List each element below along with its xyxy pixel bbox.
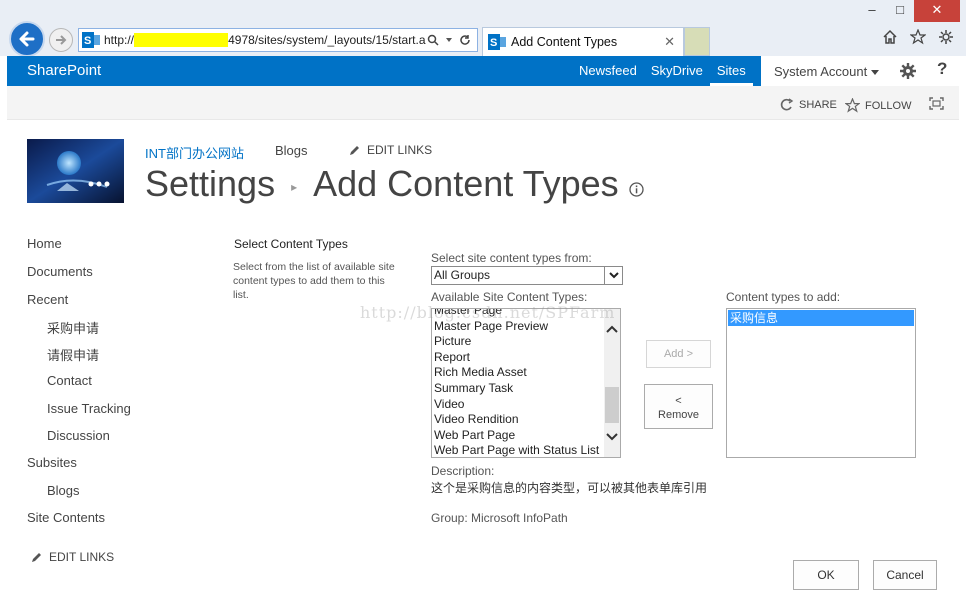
sharepoint-favicon-icon: S [82, 32, 100, 48]
top-nav-blogs[interactable]: Blogs [275, 143, 308, 158]
list-item[interactable]: Report [434, 350, 606, 366]
site-logo[interactable] [27, 139, 124, 203]
page-title-text: Add Content Types [313, 163, 619, 204]
section-description: Select from the list of available site c… [233, 261, 395, 301]
forward-button[interactable] [49, 28, 73, 52]
window-controls: – □ ✕ [858, 0, 960, 22]
account-menu[interactable]: System Account [774, 64, 879, 79]
sharepoint-favicon-icon: S [488, 34, 506, 50]
suite-link-newsfeed[interactable]: Newsfeed [572, 56, 644, 86]
svg-text:S: S [84, 35, 91, 47]
list-item-selected[interactable]: 采购信息 [728, 310, 914, 326]
watermark: http://blog.csdn.net/SPFarm [360, 303, 616, 322]
group-value: Group: Microsoft InfoPath [431, 511, 568, 525]
sharepoint-brand[interactable]: SharePoint [27, 62, 101, 79]
cancel-button[interactable]: Cancel [873, 560, 937, 590]
nav-blogs[interactable]: Blogs [47, 483, 80, 498]
nav-leave-request[interactable]: 请假申请 [47, 345, 99, 364]
nav-discussion[interactable]: Discussion [47, 428, 110, 443]
list-item[interactable]: Rich Media Asset [434, 365, 606, 381]
list-item[interactable]: Picture [434, 334, 606, 350]
suite-link-skydrive[interactable]: SkyDrive [644, 56, 710, 86]
list-item[interactable]: Web Part Page [434, 428, 606, 444]
forward-arrow-icon [56, 35, 67, 45]
refresh-icon[interactable] [459, 34, 471, 46]
nav-subsites[interactable]: Subsites [27, 455, 77, 470]
nav-home[interactable]: Home [27, 236, 62, 251]
scroll-down-icon[interactable] [606, 431, 618, 443]
address-bar[interactable]: S http://sp.contoso.com:44978/sites/syst… [78, 28, 478, 52]
remove-button[interactable]: < Remove [644, 384, 713, 429]
minimize-button[interactable]: – [858, 0, 886, 22]
share-icon [780, 98, 794, 111]
list-item[interactable]: Video Rendition [434, 412, 606, 428]
suite-bar: SharePoint Newsfeed SkyDrive Sites Syste… [7, 56, 959, 86]
breadcrumb-arrow-icon: ▸ [291, 180, 298, 194]
ribbon-row: SHARE FOLLOW [7, 86, 959, 120]
nav-purchase-request[interactable]: 采购申请 [47, 318, 99, 337]
suite-right-area: System Account ? [761, 56, 959, 86]
suite-link-sites[interactable]: Sites [709, 56, 753, 86]
tools-gear-icon[interactable] [938, 29, 954, 45]
nav-issue-tracking[interactable]: Issue Tracking [47, 401, 131, 416]
search-icon[interactable] [427, 34, 439, 46]
nav-contact[interactable]: Contact [47, 373, 92, 388]
breadcrumb-settings[interactable]: Settings [145, 163, 275, 205]
to-add-listbox[interactable]: 采购信息 [726, 308, 916, 458]
url-text: http://sp.contoso.com:44978/sites/system… [104, 33, 426, 47]
nav-recent[interactable]: Recent [27, 292, 68, 307]
edit-links-bottom[interactable]: EDIT LINKS [31, 550, 114, 564]
settings-gear-icon[interactable] [899, 62, 917, 80]
tab-close-icon[interactable]: ✕ [664, 34, 675, 50]
nav-documents[interactable]: Documents [27, 264, 93, 279]
url-redaction: sp.contoso.com:4 [134, 33, 229, 47]
new-tab-button[interactable] [684, 27, 710, 56]
description-value: 这个是采购信息的内容类型，可以被其他表单库引用 [431, 481, 708, 495]
share-button[interactable]: SHARE [780, 98, 837, 112]
group-select-value: All Groups [434, 268, 491, 282]
pencil-icon [350, 146, 359, 155]
edit-links-top[interactable]: EDIT LINKS [349, 143, 432, 157]
suite-links: Newsfeed SkyDrive Sites [572, 56, 753, 86]
select-from-label: Select site content types from: [431, 251, 592, 265]
help-icon[interactable]: ? [937, 59, 947, 79]
browser-toolbar-icons [882, 29, 954, 45]
info-icon[interactable] [629, 181, 644, 197]
favorites-star-icon[interactable] [910, 29, 926, 45]
follow-button[interactable]: FOLLOW [845, 98, 911, 113]
list-item[interactable]: Web Part Page with Status List [434, 443, 606, 457]
back-button[interactable] [9, 21, 45, 57]
follow-star-icon [845, 98, 860, 113]
available-types-label: Available Site Content Types: [431, 290, 588, 304]
listbox-scrollbar[interactable] [604, 309, 620, 457]
to-add-label: Content types to add: [726, 290, 841, 304]
close-window-button[interactable]: ✕ [914, 0, 960, 22]
pencil-icon [32, 553, 41, 562]
add-button[interactable]: Add > [646, 340, 711, 368]
description-label: Description: [431, 464, 495, 478]
focus-on-content-button[interactable] [929, 97, 944, 110]
nav-site-contents[interactable]: Site Contents [27, 510, 105, 525]
ok-button[interactable]: OK [793, 560, 859, 590]
section-title: Select Content Types [234, 237, 348, 251]
chevron-down-icon [870, 69, 879, 75]
available-types-listbox[interactable]: Master Page Master Page Preview Picture Rep… [431, 308, 621, 458]
list-item[interactable]: Summary Task [434, 381, 606, 397]
tab-add-content-types[interactable]: S Add Content Types ✕ [482, 27, 684, 56]
list-item[interactable]: Video [434, 397, 606, 413]
maximize-button[interactable]: □ [886, 0, 914, 22]
browser-chrome: – □ ✕ S http://sp.contoso.com:44978/site… [0, 0, 966, 57]
back-arrow-icon [19, 31, 35, 47]
tab-title: Add Content Types [511, 35, 618, 49]
site-name-link[interactable]: INT部门办公网站 [145, 143, 244, 162]
home-icon[interactable] [882, 29, 898, 45]
scroll-thumb[interactable] [605, 387, 619, 423]
scroll-up-icon[interactable] [606, 323, 618, 335]
chevron-down-icon[interactable] [604, 267, 622, 284]
dropdown-icon[interactable] [445, 34, 453, 46]
group-select[interactable]: All Groups [431, 266, 623, 285]
focus-content-icon [929, 97, 944, 110]
page-title: Settings ▸ Add Content Types [145, 163, 644, 205]
svg-text:S: S [490, 37, 497, 49]
